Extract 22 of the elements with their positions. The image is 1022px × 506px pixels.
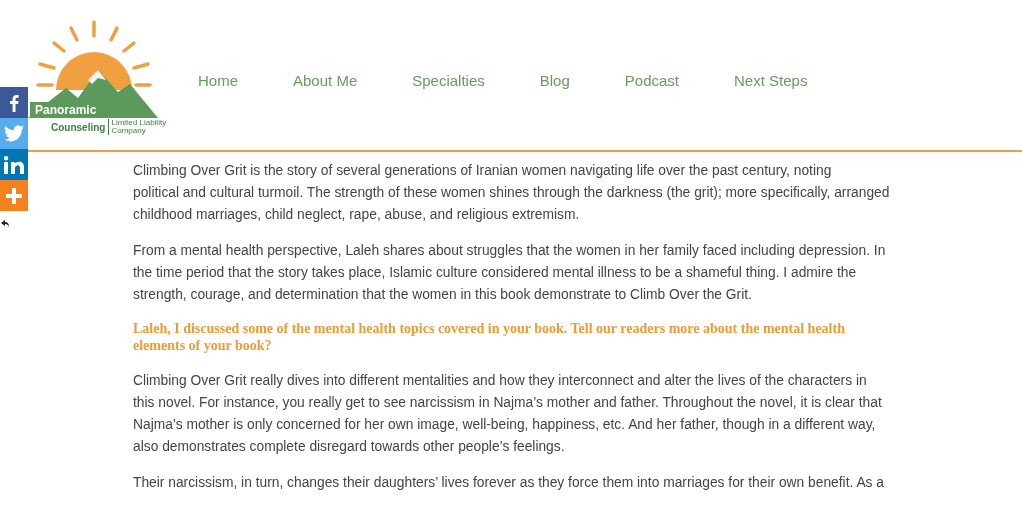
- nav-link[interactable]: Blog: [539, 71, 570, 91]
- question-heading: Laleh, I discussed some of the mental health topics covered in your book. Tell our readers more about the mental health elements of your book?: [133, 320, 846, 354]
- nav-link[interactable]: Home: [198, 71, 238, 91]
- nav-link[interactable]: Podcast: [624, 71, 679, 91]
- nav-link[interactable]: Next Steps: [734, 71, 808, 91]
- linkedin-icon: [4, 155, 24, 174]
- sun-mountain-logo-icon: [26, 18, 158, 118]
- paragraph: Climbing Over Grit really dives into different mentalities and how they interconnect and alter the lives of the characters in this novel. For instance, you really get to see narcissism in Najma’s mother and father. Throughout the novel, it is clear that Najma’s mother is only concerned for her own image, well-being, happiness, etc. And her father, though in a different way, also demonstrates complete disregard towards other people’s feelings.: [133, 372, 883, 456]
- nav-link[interactable]: About Me: [293, 71, 358, 91]
- logo-subname: Counseling: [51, 121, 106, 133]
- share-button[interactable]: [0, 149, 28, 180]
- facebook-icon: [9, 93, 19, 112]
- paragraph: From a mental health perspective, Laleh shares about struggles that the women in her family faced including depression. In the time period that the story takes place, Islamic culture considered mental illness to be a shameful thing. I admire the strength, courage, and determination that the women in this book demonstrate to Climb Over the Grit.: [133, 242, 887, 304]
- logo-tagline: Limited Liability Company: [108, 119, 172, 135]
- nav-link[interactable]: Specialties: [412, 71, 485, 91]
- paragraph: Their narcissism, in turn, changes their daughters’ lives forever as they force them into marriages for their own benefit. As a: [133, 474, 885, 492]
- share-button[interactable]: [0, 87, 28, 118]
- arrow-icon[interactable]: [1, 220, 9, 227]
- bird-icon: [4, 125, 24, 142]
- plus-icon: [6, 187, 22, 204]
- logo-name: Panoramic: [35, 104, 98, 117]
- paragraph: Climbing Over Grit is the story of several generations of Iranian women navigating life over the past century, noting political and cultural turmoil. The strength of these women shines through the darkness (the grit); more specifically, arranged childhood marriages, child neglect, rape, abuse, and religious extremism.: [133, 162, 891, 224]
